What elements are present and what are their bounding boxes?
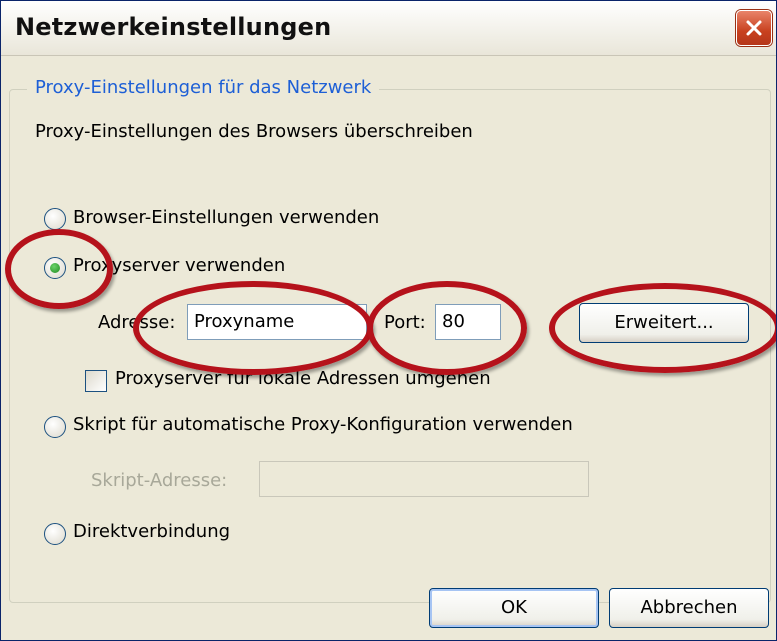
radio-auto-script-label[interactable]: Skript für automatische Proxy-Konfigurat… [73, 414, 573, 435]
group-legend: Proxy-Einstellungen für das Netzwerk [27, 77, 380, 98]
annotation-circle-radio [5, 229, 113, 309]
ok-button[interactable]: OK [429, 588, 599, 628]
radio-browser-settings[interactable] [44, 208, 66, 230]
script-address-input [259, 461, 589, 497]
radio-browser-settings-label[interactable]: Browser-Einstellungen verwenden [73, 207, 379, 228]
group-description: Proxy-Einstellungen des Browsers übersch… [35, 121, 473, 142]
radio-auto-script[interactable] [44, 416, 66, 438]
network-settings-dialog: Netzwerkeinstellungen Proxy-Einstellunge… [0, 0, 777, 641]
close-icon [746, 20, 762, 36]
annotation-circle-port [367, 281, 527, 375]
title-bar[interactable]: Netzwerkeinstellungen [1, 1, 776, 56]
cancel-button[interactable]: Abbrechen [609, 588, 769, 628]
window-title: Netzwerkeinstellungen [15, 13, 332, 41]
bypass-local-checkbox[interactable] [85, 370, 107, 392]
annotation-circle-advanced [549, 283, 776, 373]
close-button[interactable] [736, 10, 772, 46]
annotation-circle-address [133, 281, 373, 375]
radio-direct-label[interactable]: Direktverbindung [73, 521, 230, 542]
script-address-label: Skript-Adresse: [91, 470, 228, 491]
radio-direct[interactable] [44, 523, 66, 545]
